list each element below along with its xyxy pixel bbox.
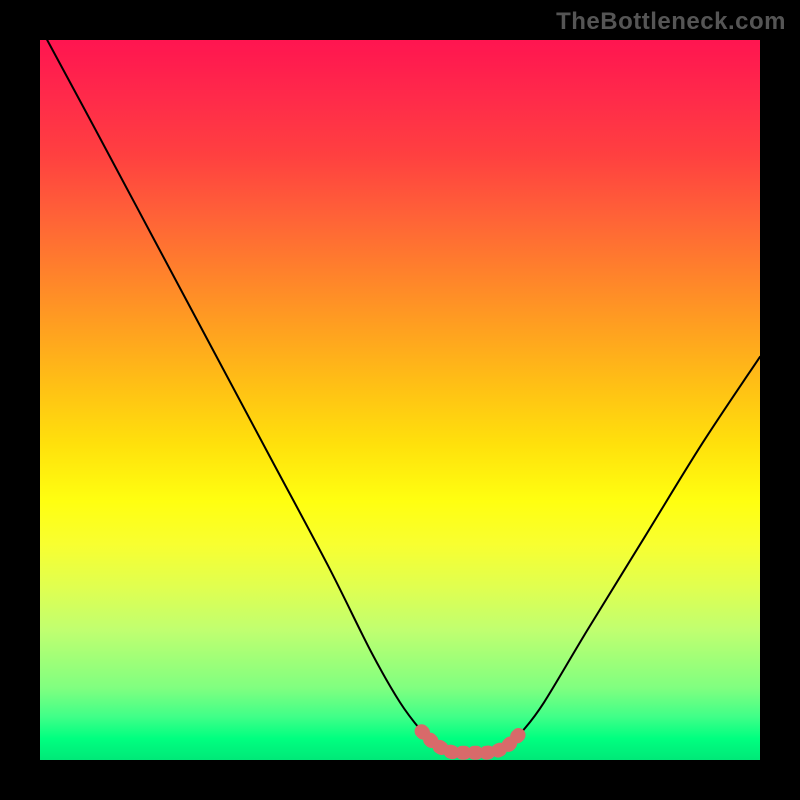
gradient-plot-background <box>40 40 760 760</box>
watermark-text: TheBottleneck.com <box>556 8 786 36</box>
